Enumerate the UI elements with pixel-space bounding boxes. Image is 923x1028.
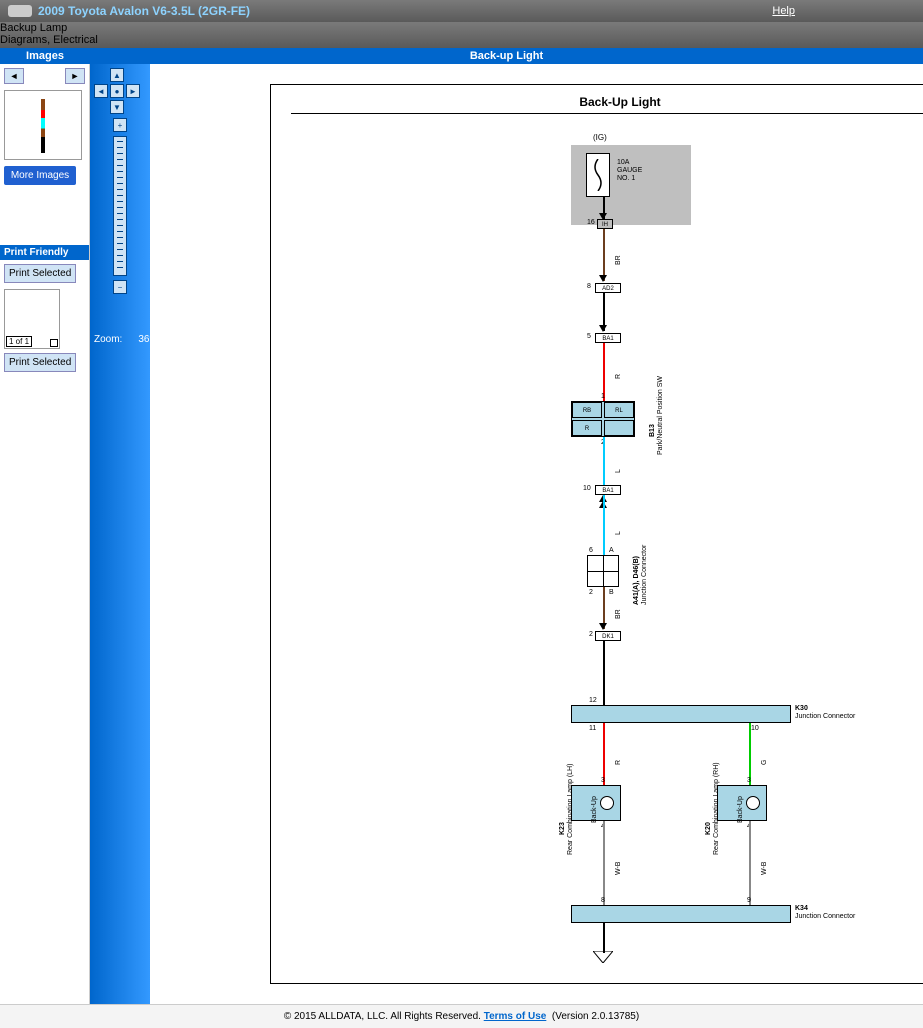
ad2-connector: AD2	[595, 283, 621, 293]
wire-r-1: R	[615, 374, 622, 379]
diagram-title: Back-Up Light	[291, 91, 923, 114]
fuse-no: NO. 1	[617, 175, 635, 182]
ad2-pin: 8	[587, 283, 591, 290]
wire-wb-1: W-B	[615, 862, 622, 875]
bulb-icon	[600, 796, 614, 810]
dk1-connector: DK1	[595, 631, 621, 641]
k30-pin12: 12	[589, 697, 597, 704]
zoom-in-button[interactable]: +	[113, 118, 127, 132]
zoom-panel: ▲ ◄●► ▼ + − Zoom:36%	[90, 64, 150, 1004]
k30-name: Junction Connector	[795, 713, 855, 720]
help-link[interactable]: Help	[772, 5, 795, 17]
prev-image-button[interactable]: ◄	[4, 68, 24, 84]
zoom-slider[interactable]	[113, 136, 127, 276]
k34-junction	[571, 905, 791, 923]
version: (Version 2.0.13785)	[552, 1011, 639, 1022]
next-image-button[interactable]: ►	[65, 68, 85, 84]
diagram-page: Back-Up Light (IG) 10A GAUGE NO. 1 16 IH…	[270, 84, 923, 984]
vehicle-title: 2009 Toyota Avalon V6-3.5L (2GR-FE)	[38, 4, 250, 18]
zoom-out-button[interactable]: −	[113, 280, 127, 294]
rh-type: Back-Up	[737, 796, 744, 823]
k30-junction	[571, 705, 791, 723]
bulb-icon	[746, 796, 760, 810]
rh-id: K20	[705, 822, 712, 835]
dk1-pin: 2	[589, 631, 593, 638]
pan-right-button[interactable]: ►	[126, 84, 140, 98]
breadcrumb-2: Diagrams, Electrical	[0, 34, 923, 46]
app-header: 2009 Toyota Avalon V6-3.5L (2GR-FE) Help	[0, 0, 923, 22]
pan-up-button[interactable]: ▲	[110, 68, 124, 82]
lh-pin3: 3	[601, 777, 605, 784]
copyright: © 2015 ALLDATA, LLC. All Rights Reserved…	[284, 1011, 481, 1022]
ba1-connector-2: BA1	[595, 485, 621, 495]
a41-pin6: 6	[589, 547, 593, 554]
switch-id: B13	[649, 424, 656, 437]
a41-pin2: 2	[589, 589, 593, 596]
wire-wb-2: W-B	[761, 862, 768, 875]
pan-left-button[interactable]: ◄	[94, 84, 108, 98]
print-selected-top-button[interactable]: Print Selected	[4, 264, 76, 283]
wire-br-1: BR	[615, 255, 622, 265]
lh-name: Rear Combination Lamp (LH)	[567, 764, 574, 855]
ground-icon	[593, 951, 613, 963]
terms-link[interactable]: Terms of Use	[484, 1011, 547, 1022]
a41-pinB: B	[609, 589, 614, 596]
a41-id: A41(A), D46(B)	[633, 556, 640, 605]
fuse-name: GAUGE	[617, 167, 642, 174]
park-neutral-switch: RB RL R	[571, 401, 635, 437]
ih-connector: IH	[597, 219, 613, 229]
print-selected-bottom-button[interactable]: Print Selected	[4, 353, 76, 372]
k34-id: K34	[795, 905, 808, 912]
rh-pin3: 3	[747, 777, 751, 784]
lh-type: Back-Up	[591, 796, 598, 823]
switch-name: Park/Neutral Position SW	[657, 376, 664, 455]
car-icon	[8, 5, 32, 17]
images-sidebar: ◄ ► More Images Print Friendly Print Sel…	[0, 64, 90, 1004]
ih-pin: 16	[587, 219, 595, 226]
fuse-element-icon	[592, 159, 604, 191]
print-thumbnail[interactable]: 1 of 1	[4, 289, 60, 349]
k30-id: K30	[795, 705, 808, 712]
diagram-header: Back-up Light	[90, 48, 923, 64]
a41-junction	[587, 555, 619, 587]
ba1-pin10: 10	[583, 485, 591, 492]
lh-id: K23	[559, 822, 566, 835]
ba1-connector-1: BA1	[595, 333, 621, 343]
k30-pin11: 11	[589, 725, 596, 732]
page-indicator: 1 of 1	[6, 336, 32, 347]
wire-br-2: BR	[615, 609, 622, 619]
wiring-diagram: (IG) 10A GAUGE NO. 1 16 IH BR 8 AD2 5	[271, 115, 923, 983]
fuse-amp: 10A	[617, 159, 629, 166]
a41-name: Junction Connector	[641, 545, 648, 605]
diagram-viewport[interactable]: Back-Up Light (IG) 10A GAUGE NO. 1 16 IH…	[150, 64, 923, 1004]
a41-pinA: A	[609, 547, 614, 554]
sw-pin1: 1	[601, 393, 605, 400]
breadcrumb-1: Backup Lamp	[0, 22, 923, 34]
rh-name: Rear Combination Lamp (RH)	[713, 762, 720, 855]
title-bar: Images Back-up Light	[0, 48, 923, 64]
ig-label: (IG)	[593, 133, 607, 142]
footer: © 2015 ALLDATA, LLC. All Rights Reserved…	[0, 1004, 923, 1028]
k34-pin8: 8	[601, 897, 605, 904]
ba1-pin5: 5	[587, 333, 591, 340]
print-checkbox[interactable]	[50, 339, 58, 347]
image-thumbnail[interactable]	[4, 90, 82, 160]
wire-l-2: L	[615, 531, 622, 535]
images-header: Images	[0, 48, 90, 64]
wire-g: G	[761, 760, 768, 765]
pan-down-button[interactable]: ▼	[110, 100, 124, 114]
wire-l-1: L	[615, 469, 622, 473]
wire-r-2: R	[615, 760, 622, 765]
zoom-label: Zoom:	[94, 334, 122, 345]
k34-name: Junction Connector	[795, 913, 855, 920]
print-friendly-header: Print Friendly	[0, 245, 89, 260]
k34-pin9: 9	[747, 897, 751, 904]
pan-center-button[interactable]: ●	[110, 84, 124, 98]
k30-pin10: 10	[751, 725, 759, 732]
more-images-button[interactable]: More Images	[4, 166, 76, 185]
